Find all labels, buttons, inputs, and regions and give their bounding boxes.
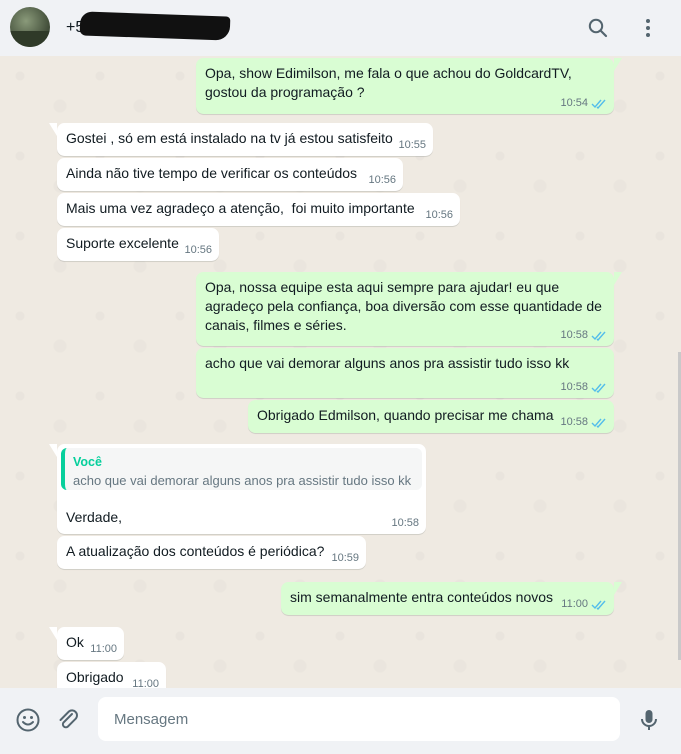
double-check-icon — [591, 331, 606, 341]
double-check-icon — [591, 600, 606, 610]
microphone-icon[interactable] — [636, 707, 662, 733]
message-text: Ainda não tive tempo de verificar os con… — [66, 165, 358, 181]
message-meta: 10:55 — [398, 138, 426, 153]
message-text: acho que vai demorar alguns anos pra ass… — [205, 355, 570, 371]
message-meta: 10:58 — [560, 328, 607, 343]
message-text: sim semanalmente entra conteúdos novos — [290, 589, 554, 605]
message-outgoing[interactable]: acho que vai demorar alguns anos pra ass… — [196, 348, 614, 398]
message-text: gostou da programação ? — [205, 84, 365, 100]
message-incoming[interactable]: Ainda não tive tempo de verificar os con… — [57, 158, 403, 191]
message-meta: 10:56 — [184, 243, 212, 258]
message-text: Ok — [66, 634, 84, 650]
message-meta: 10:58 — [391, 516, 419, 531]
message-incoming[interactable]: Obrigado 11:00 — [57, 662, 166, 688]
message-time: 10:58 — [560, 329, 588, 341]
message-time: 10:58 — [391, 517, 419, 529]
double-check-icon — [591, 383, 606, 393]
message-outgoing[interactable]: Obrigado Edmilson, quando precisar me ch… — [248, 400, 614, 433]
message-text: Obrigado Edmilson, quando precisar me ch… — [257, 407, 554, 423]
message-meta: 11:00 — [132, 677, 159, 688]
message-meta: 10:58 — [560, 380, 607, 395]
message-time: 11:00 — [561, 598, 588, 610]
message-text: Verdade, — [66, 509, 123, 525]
message-input[interactable] — [98, 697, 620, 741]
message-meta: 10:58 — [560, 415, 607, 430]
message-outgoing[interactable]: sim semanalmente entra conteúdos novos 1… — [281, 582, 622, 615]
message-meta: 11:00 — [90, 642, 117, 657]
message-text: Gostei , só em está instalado na tv já e… — [66, 130, 393, 146]
message-incoming[interactable]: A atualização dos conteúdos é periódica?… — [57, 536, 366, 569]
message-text: Opa, show Edimilson, me fala o que achou… — [205, 65, 572, 81]
message-time: 10:56 — [368, 174, 396, 186]
message-time: 10:56 — [425, 209, 453, 221]
contact-avatar[interactable] — [10, 7, 50, 47]
message-meta: 11:00 — [561, 597, 607, 612]
redaction-scribble — [79, 11, 231, 41]
kebab-menu-icon[interactable] — [636, 16, 660, 40]
message-time: 10:55 — [398, 139, 426, 151]
message-list[interactable]: Opa, show Edimilson, me fala o que achou… — [0, 56, 678, 688]
quote-author: Você — [73, 455, 102, 469]
message-meta: 10:56 — [425, 208, 453, 223]
message-outgoing[interactable]: Opa, show Edimilson, me fala o que achou… — [196, 58, 622, 114]
message-incoming[interactable]: Mais uma vez agradeço a atenção, foi mui… — [57, 193, 460, 226]
message-meta: 10:56 — [368, 173, 396, 188]
message-text: Obrigado — [66, 669, 124, 685]
message-time: 10:58 — [560, 416, 588, 428]
message-time: 10:59 — [331, 552, 359, 564]
quoted-message[interactable]: Você acho que vai demorar alguns anos pr… — [61, 448, 422, 490]
message-text: A atualização dos conteúdos é periódica? — [66, 543, 325, 559]
message-meta: 10:54 — [560, 96, 607, 111]
message-time: 10:58 — [560, 381, 588, 393]
double-check-icon — [591, 99, 606, 109]
double-check-icon — [591, 418, 606, 428]
message-text: Suporte excelente — [66, 235, 179, 251]
message-incoming[interactable]: Ok 11:00 — [49, 627, 124, 660]
message-text: Opa, nossa equipe esta aqui sempre para … — [205, 279, 560, 295]
message-meta: 10:59 — [331, 551, 359, 566]
message-text: canais, filmes e séries. — [205, 317, 347, 333]
message-time: 10:56 — [184, 244, 212, 256]
message-incoming-reply[interactable]: Você acho que vai demorar alguns anos pr… — [49, 444, 426, 534]
message-time: 10:54 — [560, 97, 588, 109]
message-text: agradeço pela confiança, boa diversão co… — [205, 298, 602, 314]
message-outgoing[interactable]: Opa, nossa equipe esta aqui sempre para … — [196, 272, 622, 346]
quote-text: acho que vai demorar alguns anos pra ass… — [73, 473, 412, 488]
message-incoming[interactable]: Gostei , só em está instalado na tv já e… — [49, 123, 433, 156]
chat-header: +55 — [0, 0, 681, 56]
search-icon[interactable] — [586, 16, 610, 40]
message-incoming[interactable]: Suporte excelente 10:56 — [57, 228, 219, 261]
paperclip-icon[interactable] — [55, 707, 81, 733]
message-text: Mais uma vez agradeço a atenção, foi mui… — [66, 200, 415, 216]
message-time: 11:00 — [132, 678, 159, 688]
emoji-icon[interactable] — [15, 707, 41, 733]
message-time: 11:00 — [90, 643, 117, 655]
